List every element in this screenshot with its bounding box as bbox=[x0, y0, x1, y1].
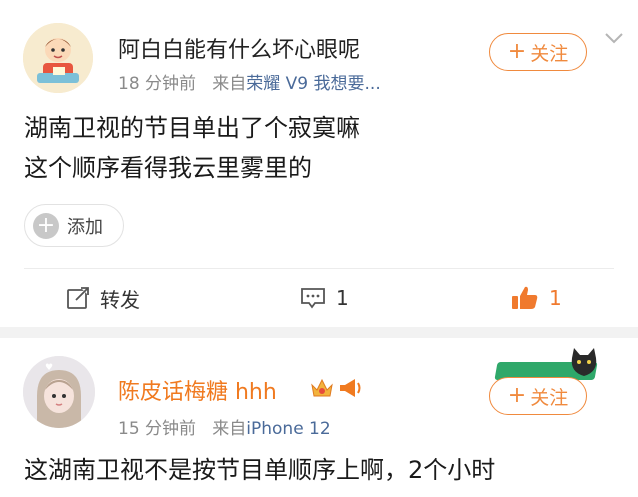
divider bbox=[24, 268, 614, 269]
repost-button[interactable]: 转发 bbox=[66, 280, 140, 316]
add-label: 添加 bbox=[67, 216, 103, 238]
comment-count: 1 bbox=[336, 286, 349, 310]
weibo-post-1: 阿白白能有什么坏心眼呢 18 分钟前 来自荣耀 V9 我想要... + 关注 湖… bbox=[0, 0, 638, 327]
follow-button[interactable]: + 关注 bbox=[489, 377, 587, 415]
content-line: 这个顺序看得我云里雾里的 bbox=[24, 154, 312, 182]
follow-label: 关注 bbox=[530, 386, 569, 409]
device-source[interactable]: iPhone 12 bbox=[246, 419, 330, 439]
avatar-sticker-text: ♥ bbox=[45, 363, 53, 373]
post-time: 15 分钟前 bbox=[118, 419, 197, 439]
weibo-post-2: ♥ 陈皮话梅糖 hhh 15 分钟前 来自iPhone 12 + 关注 这湖南卫… bbox=[0, 338, 638, 497]
user-avatar[interactable]: ♥ bbox=[23, 356, 95, 428]
content-line: 这湖南卫视不是按节目单顺序上啊，2个小时 bbox=[24, 456, 496, 484]
post-meta: 18 分钟前 来自荣耀 V9 我想要... bbox=[118, 69, 381, 94]
megaphone-badge-icon bbox=[340, 379, 361, 397]
like-button[interactable]: 1 bbox=[511, 280, 562, 316]
follow-label: 关注 bbox=[530, 42, 569, 65]
plus-icon: + bbox=[507, 39, 527, 64]
post-content: 这湖南卫视不是按节目单顺序上啊，2个小时 bbox=[24, 450, 495, 490]
comment-icon bbox=[301, 288, 325, 309]
comment-button[interactable]: 1 bbox=[300, 280, 349, 316]
repost-icon bbox=[67, 287, 89, 309]
username[interactable]: 陈皮话梅糖 hhh bbox=[118, 374, 277, 406]
repost-label: 转发 bbox=[100, 287, 140, 312]
source-prefix: 来自 bbox=[212, 74, 247, 94]
content-line: 湖南卫视的节目单出了个寂寞嘛 bbox=[24, 114, 360, 142]
plus-icon: + bbox=[33, 212, 59, 239]
user-avatar[interactable] bbox=[23, 23, 93, 93]
crown-badge-icon bbox=[311, 378, 333, 397]
follow-button[interactable]: + 关注 bbox=[489, 33, 587, 71]
username-text: 陈皮话梅糖 hhh bbox=[118, 380, 277, 405]
add-button[interactable]: + 添加 bbox=[24, 204, 124, 247]
post-time: 18 分钟前 bbox=[118, 74, 197, 94]
device-source[interactable]: 荣耀 V9 我想要... bbox=[246, 74, 380, 94]
chevron-down-icon[interactable] bbox=[603, 30, 625, 46]
username[interactable]: 阿白白能有什么坏心眼呢 bbox=[118, 32, 360, 64]
like-count: 1 bbox=[549, 286, 562, 310]
like-icon bbox=[512, 286, 538, 309]
source-prefix: 来自 bbox=[212, 419, 247, 439]
post-meta: 15 分钟前 来自iPhone 12 bbox=[118, 414, 331, 439]
plus-icon: + bbox=[507, 383, 527, 408]
post-separator bbox=[0, 327, 638, 338]
post-content: 湖南卫视的节目单出了个寂寞嘛 这个顺序看得我云里雾里的 bbox=[24, 108, 360, 188]
